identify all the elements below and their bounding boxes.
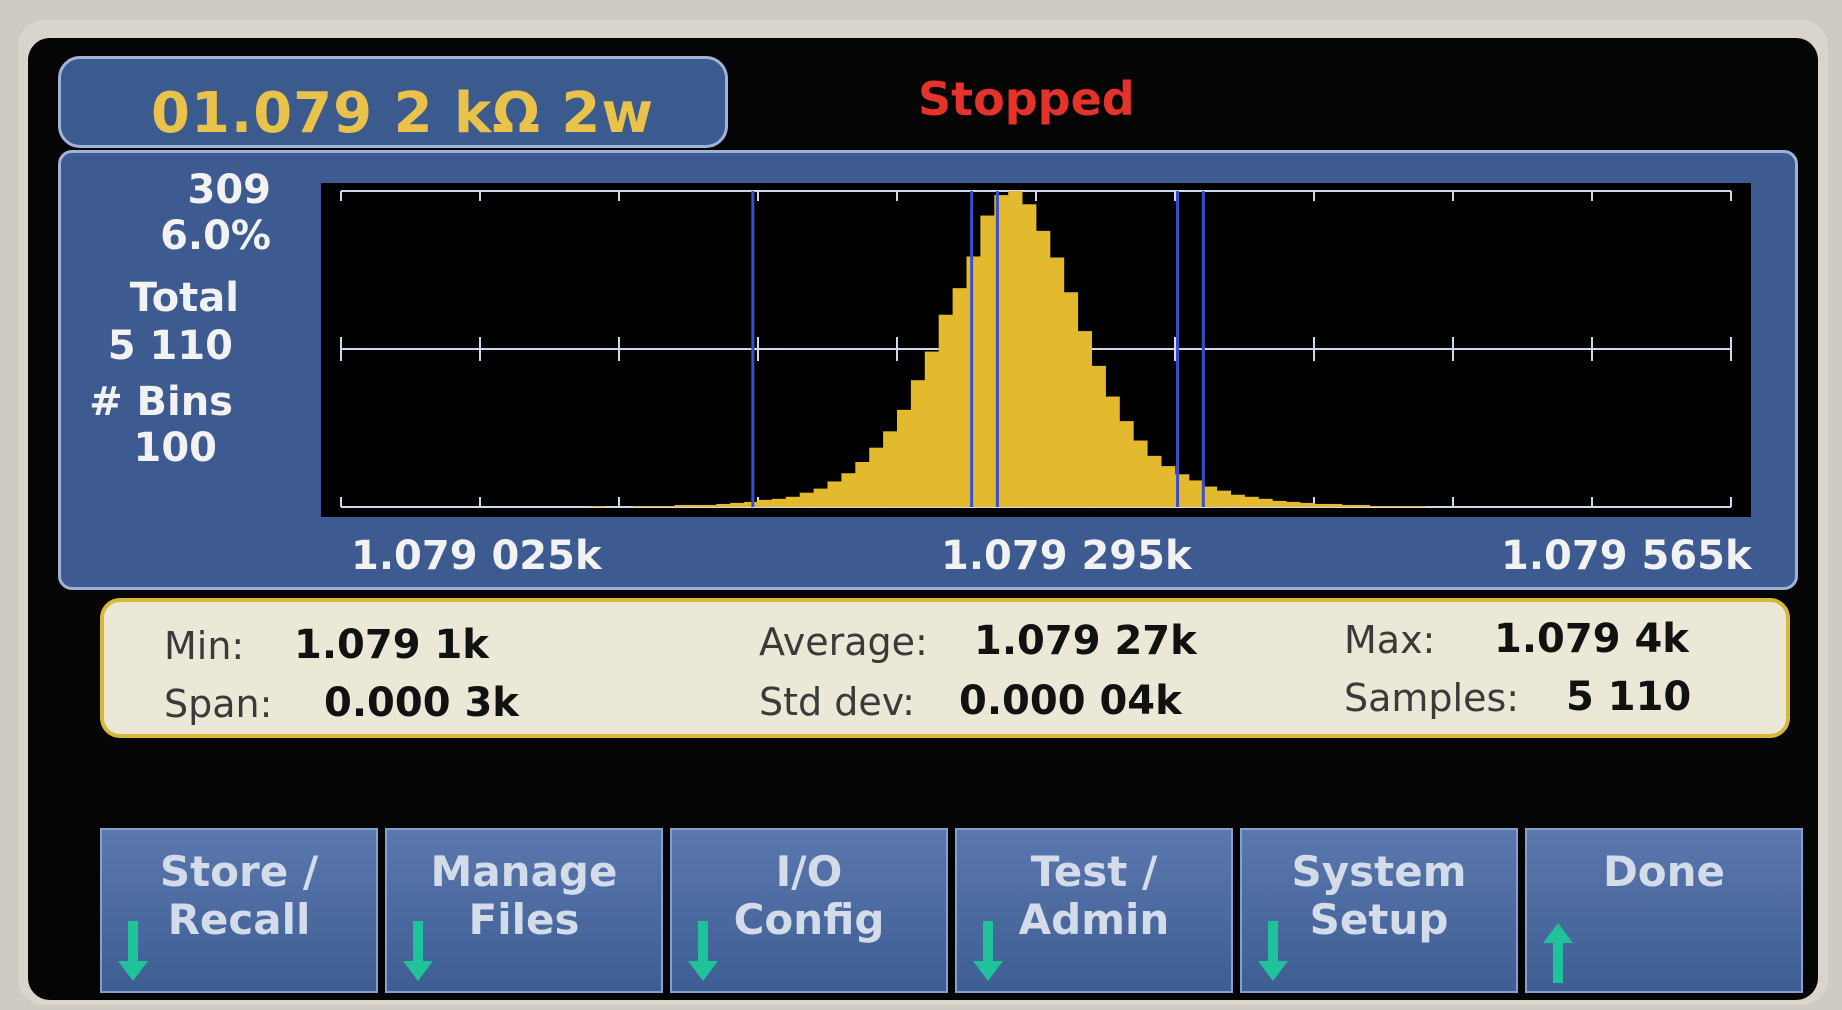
x-label-min: 1.079 025k xyxy=(351,533,602,579)
histogram-bar xyxy=(855,462,870,507)
min-label: Min: xyxy=(164,624,245,668)
histogram-chart xyxy=(340,190,1732,508)
histogram-bar xyxy=(1355,504,1370,507)
histogram-bar xyxy=(827,481,842,507)
status-indicator: Stopped xyxy=(918,72,1135,126)
histogram-bar xyxy=(1216,490,1231,507)
histogram-bar xyxy=(980,215,995,507)
histogram-bar xyxy=(924,351,940,507)
statistics-panel: Min: 1.079 1k Span: 0.000 3k Average: 1.… xyxy=(100,598,1790,738)
average-label: Average: xyxy=(759,620,928,664)
histogram-bar xyxy=(1411,505,1426,507)
total-value: 5 110 xyxy=(107,323,233,369)
histogram-bar xyxy=(744,501,759,507)
down-arrow-icon xyxy=(403,921,433,981)
histogram-plot xyxy=(321,183,1751,517)
histogram-bar xyxy=(688,504,703,507)
histogram-bar xyxy=(771,498,787,507)
histogram-bar xyxy=(1327,503,1343,507)
histogram-bar xyxy=(1022,204,1037,507)
histogram-bar xyxy=(897,409,912,507)
span-label: Span: xyxy=(164,682,273,726)
histogram-bar xyxy=(1202,486,1218,507)
samples-label: Samples: xyxy=(1344,676,1520,720)
histogram-bar xyxy=(966,256,981,507)
histogram-bar xyxy=(1244,496,1259,507)
bins-value: 100 xyxy=(133,425,218,471)
manage-files-button[interactable]: Manage Files xyxy=(385,828,663,993)
histogram-bar xyxy=(1049,257,1065,507)
total-label: Total xyxy=(129,275,239,321)
histogram-bar xyxy=(1230,494,1245,507)
histogram-bar xyxy=(702,504,717,507)
store-recall-button[interactable]: Store / Recall xyxy=(100,828,378,993)
histogram-bar xyxy=(1063,292,1079,507)
max-label: Max: xyxy=(1344,618,1436,662)
histogram-bar xyxy=(1077,331,1092,507)
up-arrow-icon xyxy=(1543,923,1573,983)
histogram-bar xyxy=(1161,466,1176,507)
softkey-label: Done xyxy=(1602,847,1726,896)
done-button[interactable]: Done xyxy=(1525,828,1803,993)
histogram-bar xyxy=(1105,396,1120,507)
histogram-bar xyxy=(646,505,662,507)
histogram-bar xyxy=(1147,455,1162,507)
histogram-bar xyxy=(1036,230,1051,507)
x-label-max: 1.079 565k xyxy=(1501,533,1752,579)
histogram-bar xyxy=(1119,421,1134,507)
system-setup-button[interactable]: System Setup xyxy=(1240,828,1518,993)
histogram-bar xyxy=(758,499,773,507)
average-value: 1.079 27k xyxy=(974,618,1197,664)
histogram-bar xyxy=(674,504,689,507)
histogram-bar xyxy=(1314,503,1329,507)
down-arrow-icon xyxy=(1258,921,1288,981)
histogram-bar xyxy=(1258,498,1273,507)
histogram-bar xyxy=(730,502,745,507)
histogram-bar xyxy=(1091,365,1106,507)
std-dev-label: Std dev: xyxy=(759,680,915,724)
histogram-bar xyxy=(1383,505,1398,507)
histogram-panel: 309 6.0% Total 5 110 # Bins 100 1.079 02… xyxy=(58,150,1798,590)
histogram-bar xyxy=(1286,501,1301,507)
histogram-bar xyxy=(1369,505,1384,507)
histogram-bar xyxy=(785,496,801,507)
io-config-button[interactable]: I/O Config xyxy=(670,828,948,993)
samples-value: 5 110 xyxy=(1566,674,1692,720)
histogram-bar xyxy=(1397,505,1412,507)
histogram-bar xyxy=(632,505,648,507)
histogram-bar xyxy=(1341,504,1357,507)
histogram-bar xyxy=(841,473,856,507)
min-value: 1.079 1k xyxy=(294,622,489,668)
histogram-bar xyxy=(910,380,926,507)
peak-percent: 6.0% xyxy=(160,213,271,259)
std-dev-value: 0.000 04k xyxy=(959,678,1182,724)
histogram-bar xyxy=(1188,480,1204,507)
histogram-bar xyxy=(1008,191,1023,507)
histogram-bar xyxy=(1133,440,1148,507)
reading-box: 01.079 2 kΩ 2w xyxy=(58,56,728,148)
histogram-bar xyxy=(938,314,953,507)
histogram-bar xyxy=(591,505,606,507)
measurement-reading: 01.079 2 kΩ 2w xyxy=(151,81,655,146)
histogram-bar xyxy=(1300,502,1315,507)
down-arrow-icon xyxy=(688,921,718,981)
histogram-bar xyxy=(1272,500,1287,507)
bins-label: # Bins xyxy=(89,379,233,425)
down-arrow-icon xyxy=(118,921,148,981)
display-screen: 01.079 2 kΩ 2w Stopped 309 6.0% Total 5 … xyxy=(28,38,1818,1000)
histogram-bar xyxy=(660,505,675,507)
histogram-bar xyxy=(952,288,967,507)
span-value: 0.000 3k xyxy=(324,680,519,726)
histogram-bar xyxy=(799,492,814,507)
down-arrow-icon xyxy=(973,921,1003,981)
softkey-bar: Store / Recall Manage Files I/O Config T… xyxy=(100,828,1803,993)
max-value: 1.079 4k xyxy=(1494,616,1689,662)
histogram-bar xyxy=(883,431,898,507)
histogram-bar xyxy=(813,488,828,507)
histogram-bar xyxy=(869,447,884,507)
x-label-mid: 1.079 295k xyxy=(941,533,1192,579)
peak-count: 309 xyxy=(187,167,272,213)
histogram-bar xyxy=(716,503,731,507)
test-admin-button[interactable]: Test / Admin xyxy=(955,828,1233,993)
